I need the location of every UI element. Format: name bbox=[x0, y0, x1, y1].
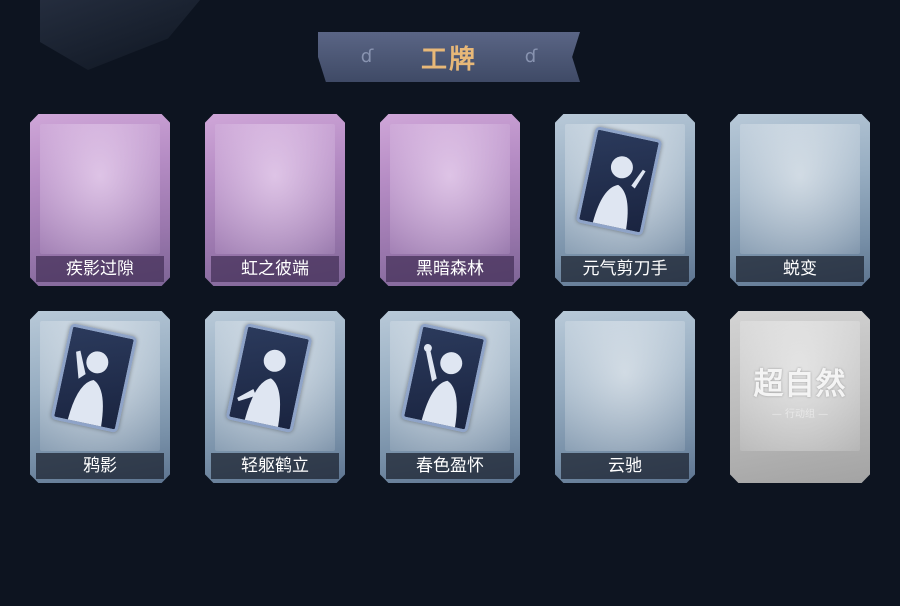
supernatural-logo: 超自然 — 行动组 — bbox=[744, 359, 856, 420]
badge-card[interactable]: 疾影过隙 bbox=[30, 114, 170, 286]
background-decoration bbox=[40, 0, 200, 70]
card-label: 虹之彼端 bbox=[211, 256, 339, 282]
swirl-icon: ɗ bbox=[524, 46, 538, 67]
badge-card[interactable]: 虹之彼端 bbox=[205, 114, 345, 286]
swirl-icon: ɗ bbox=[360, 46, 374, 67]
card-art bbox=[40, 124, 160, 254]
card-art bbox=[740, 124, 860, 254]
card-art bbox=[390, 124, 510, 254]
card-label: 疾影过隙 bbox=[36, 256, 164, 282]
badge-grid: 疾影过隙 虹之彼端 黑暗森林 元气剪刀手 蜕变 鸦影 轻躯鹤立 春色盈怀 云驰 … bbox=[30, 114, 870, 483]
card-art bbox=[215, 124, 335, 254]
badge-card[interactable]: 超自然 — 行动组 — bbox=[730, 311, 870, 483]
logo-title: 超自然 bbox=[753, 367, 847, 402]
card-label: 春色盈怀 bbox=[386, 453, 514, 479]
card-label: 蜕变 bbox=[736, 256, 864, 282]
badge-card[interactable]: 云驰 bbox=[555, 311, 695, 483]
badge-card[interactable]: 元气剪刀手 bbox=[555, 114, 695, 286]
header-banner: ɗ 工牌 ɗ bbox=[318, 32, 580, 82]
card-label: 元气剪刀手 bbox=[561, 256, 689, 282]
logo-subtitle: — 行动组 — bbox=[771, 409, 829, 420]
badge-card[interactable]: 春色盈怀 bbox=[380, 311, 520, 483]
card-label: 黑暗森林 bbox=[386, 256, 514, 282]
badge-card[interactable]: 黑暗森林 bbox=[380, 114, 520, 286]
badge-card[interactable]: 轻躯鹤立 bbox=[205, 311, 345, 483]
card-art bbox=[565, 321, 685, 451]
card-label: 轻躯鹤立 bbox=[211, 453, 339, 479]
page-title: 工牌 bbox=[420, 44, 477, 75]
card-label: 云驰 bbox=[561, 453, 689, 479]
badge-card[interactable]: 蜕变 bbox=[730, 114, 870, 286]
card-label: 鸦影 bbox=[36, 453, 164, 479]
badge-card[interactable]: 鸦影 bbox=[30, 311, 170, 483]
